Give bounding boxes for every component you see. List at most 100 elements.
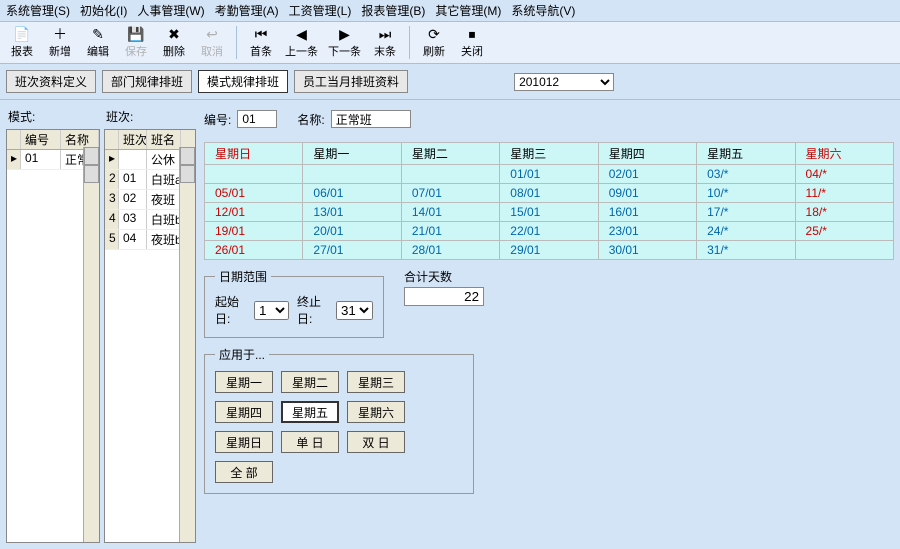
cal-cell[interactable]: 19/01 bbox=[205, 222, 303, 241]
save-icon: 💾 bbox=[128, 26, 144, 42]
cal-cell[interactable]: 29/01 bbox=[500, 241, 598, 260]
apply-星期日[interactable]: 星期日 bbox=[215, 431, 273, 453]
cal-cell[interactable]: 23/01 bbox=[598, 222, 696, 241]
add-icon: ＋ bbox=[52, 26, 68, 42]
cal-cell[interactable]: 22/01 bbox=[500, 222, 598, 241]
refresh-icon: ⟳ bbox=[426, 26, 442, 42]
cal-cell[interactable]: 08/01 bbox=[500, 184, 598, 203]
refresh-button[interactable]: ⟳刷新 bbox=[416, 24, 452, 61]
menu-item[interactable]: 人事管理(W) bbox=[137, 2, 204, 19]
cal-cell[interactable]: 15/01 bbox=[500, 203, 598, 222]
cal-cell[interactable]: 06/01 bbox=[303, 184, 401, 203]
menu-item[interactable]: 初始化(I) bbox=[80, 2, 127, 19]
cal-cell[interactable]: 21/01 bbox=[401, 222, 499, 241]
tab-员工当月排班资料[interactable]: 员工当月排班资料 bbox=[294, 70, 408, 93]
modes-grid[interactable]: 编号 名称 ▸01正常班 bbox=[6, 129, 100, 543]
tab-班次资料定义[interactable]: 班次资料定义 bbox=[6, 70, 96, 93]
apply-星期四[interactable]: 星期四 bbox=[215, 401, 273, 423]
cal-cell[interactable]: 13/01 bbox=[303, 203, 401, 222]
next-button[interactable]: ▶下一条 bbox=[324, 24, 365, 61]
apply-星期三[interactable]: 星期三 bbox=[347, 371, 405, 393]
save-button: 💾保存 bbox=[118, 24, 154, 61]
next-icon: ▶ bbox=[337, 26, 353, 42]
shifts-col-name: 班名 bbox=[147, 130, 181, 149]
close-button[interactable]: ⏹关闭 bbox=[454, 24, 490, 61]
cal-header: 星期二 bbox=[401, 143, 499, 165]
cal-cell[interactable]: 04/* bbox=[795, 165, 893, 184]
apply-全 部[interactable]: 全 部 bbox=[215, 461, 273, 483]
total-label: 合计天数 bbox=[404, 268, 484, 285]
last-button[interactable]: ⏭末条 bbox=[367, 24, 403, 61]
cal-cell[interactable]: 03/* bbox=[697, 165, 795, 184]
cal-cell[interactable]: 02/01 bbox=[598, 165, 696, 184]
cal-cell[interactable]: 05/01 bbox=[205, 184, 303, 203]
start-select[interactable]: 1 bbox=[254, 301, 289, 320]
cal-header: 星期四 bbox=[598, 143, 696, 165]
cal-cell[interactable]: 25/* bbox=[795, 222, 893, 241]
first-button[interactable]: ⏮首条 bbox=[243, 24, 279, 61]
cal-cell[interactable] bbox=[205, 165, 303, 184]
cal-cell[interactable]: 26/01 bbox=[205, 241, 303, 260]
menu-item[interactable]: 考勤管理(A) bbox=[215, 2, 279, 19]
menu-item[interactable]: 其它管理(M) bbox=[435, 2, 501, 19]
name-label: 名称: bbox=[297, 111, 324, 128]
period-select[interactable]: 201012 bbox=[514, 73, 614, 91]
delete-icon: ✖ bbox=[166, 26, 182, 42]
apply-星期五[interactable]: 星期五 bbox=[281, 401, 339, 423]
cal-header: 星期一 bbox=[303, 143, 401, 165]
prev-icon: ◀ bbox=[294, 26, 310, 42]
menu-item[interactable]: 系统管理(S) bbox=[6, 2, 70, 19]
cal-cell[interactable]: 07/01 bbox=[401, 184, 499, 203]
menu-item[interactable]: 系统导航(V) bbox=[511, 2, 575, 19]
cal-cell[interactable] bbox=[303, 165, 401, 184]
no-label: 编号: bbox=[204, 111, 231, 128]
tab-模式规律排班[interactable]: 模式规律排班 bbox=[198, 70, 288, 93]
tab-部门规律排班[interactable]: 部门规律排班 bbox=[102, 70, 192, 93]
cal-cell[interactable]: 27/01 bbox=[303, 241, 401, 260]
shifts-grid[interactable]: 班次 班名 ▸公休201白班a302夜班403白班b504夜班b bbox=[104, 129, 196, 543]
cal-cell[interactable]: 10/* bbox=[697, 184, 795, 203]
cal-cell[interactable]: 24/* bbox=[697, 222, 795, 241]
cal-cell[interactable]: 11/* bbox=[795, 184, 893, 203]
apply-星期六[interactable]: 星期六 bbox=[347, 401, 405, 423]
cal-cell[interactable] bbox=[795, 241, 893, 260]
cal-cell[interactable]: 12/01 bbox=[205, 203, 303, 222]
add-button[interactable]: ＋新增 bbox=[42, 24, 78, 61]
cal-cell[interactable]: 09/01 bbox=[598, 184, 696, 203]
range-legend: 日期范围 bbox=[215, 268, 271, 285]
cal-cell[interactable]: 01/01 bbox=[500, 165, 598, 184]
cal-header: 星期三 bbox=[500, 143, 598, 165]
shifts-col-no: 班次 bbox=[119, 130, 147, 149]
cal-cell[interactable]: 14/01 bbox=[401, 203, 499, 222]
edit-button[interactable]: ✎编辑 bbox=[80, 24, 116, 61]
calendar-grid[interactable]: 星期日星期一星期二星期三星期四星期五星期六 01/0102/0103/*04/*… bbox=[204, 142, 894, 260]
apply-星期二[interactable]: 星期二 bbox=[281, 371, 339, 393]
cal-cell[interactable]: 17/* bbox=[697, 203, 795, 222]
first-icon: ⏮ bbox=[253, 26, 269, 42]
menu-item[interactable]: 报表管理(B) bbox=[361, 2, 425, 19]
cal-cell[interactable]: 30/01 bbox=[598, 241, 696, 260]
cal-cell[interactable]: 18/* bbox=[795, 203, 893, 222]
cal-cell[interactable] bbox=[401, 165, 499, 184]
no-input[interactable] bbox=[237, 110, 277, 128]
scrollbar[interactable] bbox=[83, 147, 99, 542]
cal-header: 星期六 bbox=[795, 143, 893, 165]
apply-双 日[interactable]: 双 日 bbox=[347, 431, 405, 453]
report-button[interactable]: 📄报表 bbox=[4, 24, 40, 61]
cancel-icon: ↩ bbox=[204, 26, 220, 42]
cal-cell[interactable]: 20/01 bbox=[303, 222, 401, 241]
name-input[interactable] bbox=[331, 110, 411, 128]
last-icon: ⏭ bbox=[377, 26, 393, 42]
cal-cell[interactable]: 31/* bbox=[697, 241, 795, 260]
apply-单 日[interactable]: 单 日 bbox=[281, 431, 339, 453]
scrollbar[interactable] bbox=[179, 147, 195, 542]
prev-button[interactable]: ◀上一条 bbox=[281, 24, 322, 61]
end-select[interactable]: 31 bbox=[336, 301, 373, 320]
cal-header: 星期五 bbox=[697, 143, 795, 165]
menu-item[interactable]: 工资管理(L) bbox=[289, 2, 352, 19]
modes-col-no: 编号 bbox=[21, 130, 61, 149]
cal-cell[interactable]: 28/01 bbox=[401, 241, 499, 260]
apply-星期一[interactable]: 星期一 bbox=[215, 371, 273, 393]
cal-cell[interactable]: 16/01 bbox=[598, 203, 696, 222]
delete-button[interactable]: ✖删除 bbox=[156, 24, 192, 61]
